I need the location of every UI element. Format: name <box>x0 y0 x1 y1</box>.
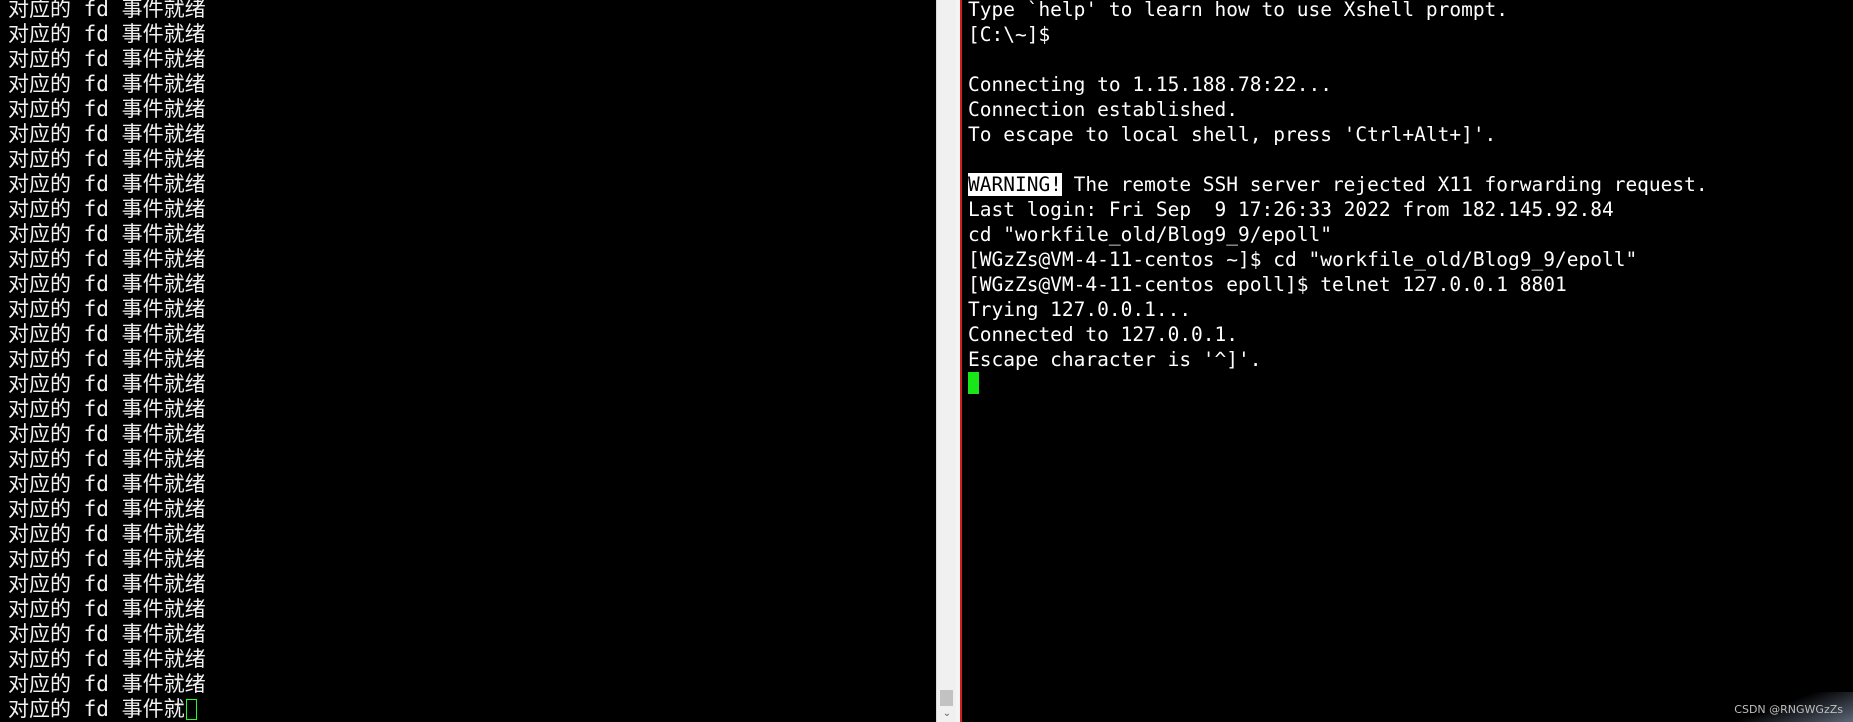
terminal-block-cursor <box>968 372 979 394</box>
left-terminal-line: 对应的 fd 事件就绪 <box>8 97 206 121</box>
left-terminal-last-line: 对应的 fd 事件就 <box>8 697 197 722</box>
left-terminal-line: 对应的 fd 事件就绪 <box>8 347 206 371</box>
scroll-down-arrow-icon[interactable]: ⌄ <box>941 708 953 720</box>
left-terminal-line: 对应的 fd 事件就绪 <box>8 372 206 396</box>
left-terminal-line: 对应的 fd 事件就绪 <box>8 172 206 196</box>
terminal-line-help: Type `help' to learn how to use Xshell p… <box>968 0 1509 21</box>
scrollbar-thumb[interactable] <box>940 690 953 706</box>
left-terminal-line: 对应的 fd 事件就绪 <box>8 447 206 471</box>
left-terminal-line: 对应的 fd 事件就绪 <box>8 397 206 421</box>
left-terminal-line: 对应的 fd 事件就绪 <box>8 322 206 346</box>
right-terminal-pane[interactable]: Type `help' to learn how to use Xshell p… <box>962 0 1853 722</box>
left-terminal-line: 对应的 fd 事件就绪 <box>8 547 206 571</box>
local-shell-prompt: [C:\~]$ <box>968 23 1051 46</box>
left-terminal-line: 对应的 fd 事件就绪 <box>8 47 206 71</box>
terminal-line-trying: Trying 127.0.0.1... <box>968 298 1192 321</box>
terminal-line-escape-hint: To escape to local shell, press 'Ctrl+Al… <box>968 123 1497 146</box>
left-terminal-line: 对应的 fd 事件就绪 <box>8 247 206 271</box>
terminal-line-established: Connection established. <box>968 98 1239 121</box>
left-terminal-line: 对应的 fd 事件就绪 <box>8 647 206 671</box>
left-terminal-line: 对应的 fd 事件就绪 <box>8 0 206 21</box>
left-terminal-line: 对应的 fd 事件就绪 <box>8 622 206 646</box>
terminal-line-escape-character: Escape character is '^]'. <box>968 348 1262 371</box>
warning-text: The remote SSH server rejected X11 forwa… <box>1061 173 1708 196</box>
terminal-outline-cursor <box>185 699 197 720</box>
left-terminal-line: 对应的 fd 事件就绪 <box>8 497 206 521</box>
left-pane-scrollbar[interactable]: ⌄ <box>936 0 956 722</box>
xshell-window: 对应的 fd 事件就绪 对应的 fd 事件就绪 对应的 fd 事件就绪 对应的 fd … <box>0 0 1853 722</box>
terminal-line-prompt-telnet: [WGzZs@VM-4-11-centos epoll]$ telnet 127… <box>968 273 1567 296</box>
left-terminal-line: 对应的 fd 事件就绪 <box>8 272 206 296</box>
terminal-line-warning: WARNING! The remote SSH server rejected … <box>968 172 1708 197</box>
left-terminal-line: 对应的 fd 事件就绪 <box>8 597 206 621</box>
terminal-line-connecting: Connecting to 1.15.188.78:22... <box>968 73 1332 96</box>
left-terminal-line: 对应的 fd 事件就绪 <box>8 122 206 146</box>
terminal-line-last-login: Last login: Fri Sep 9 17:26:33 2022 from… <box>968 198 1614 221</box>
left-terminal-last-line-text: 对应的 fd 事件就 <box>8 697 185 721</box>
left-terminal-line: 对应的 fd 事件就绪 <box>8 147 206 171</box>
terminal-line-connected: Connected to 127.0.0.1. <box>968 323 1239 346</box>
csdn-watermark: CSDN @RNGWGzZs <box>1734 703 1843 716</box>
terminal-line-prompt-cd: [WGzZs@VM-4-11-centos ~]$ cd "workfile_o… <box>968 248 1638 271</box>
left-terminal-line: 对应的 fd 事件就绪 <box>8 197 206 221</box>
warning-badge: WARNING! <box>968 173 1062 196</box>
left-terminal-line: 对应的 fd 事件就绪 <box>8 22 206 46</box>
left-terminal-line: 对应的 fd 事件就绪 <box>8 222 206 246</box>
left-terminal-line: 对应的 fd 事件就绪 <box>8 72 206 96</box>
terminal-line-cd-command: cd "workfile_old/Blog9_9/epoll" <box>968 223 1332 246</box>
left-terminal-line: 对应的 fd 事件就绪 <box>8 422 206 446</box>
left-terminal-line: 对应的 fd 事件就绪 <box>8 522 206 546</box>
left-terminal-line: 对应的 fd 事件就绪 <box>8 297 206 321</box>
left-terminal-pane[interactable]: 对应的 fd 事件就绪 对应的 fd 事件就绪 对应的 fd 事件就绪 对应的 fd … <box>0 0 936 722</box>
left-terminal-line: 对应的 fd 事件就绪 <box>8 672 206 696</box>
left-terminal-line: 对应的 fd 事件就绪 <box>8 572 206 596</box>
left-terminal-line: 对应的 fd 事件就绪 <box>8 472 206 496</box>
